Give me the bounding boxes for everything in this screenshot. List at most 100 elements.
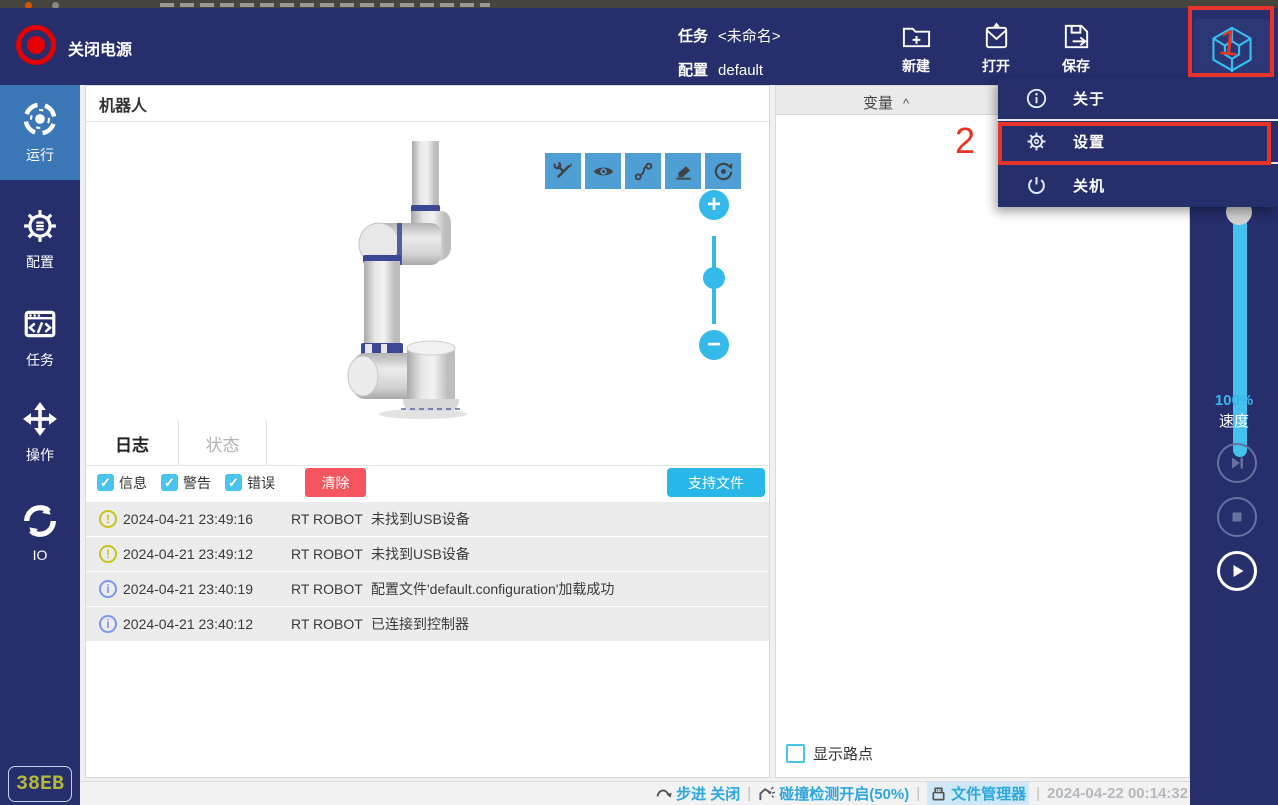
sidebar-item-operate[interactable]: 操作: [0, 385, 80, 480]
robot-3d-view[interactable]: + −: [86, 122, 769, 421]
stop-button[interactable]: [1217, 497, 1257, 537]
step-mode-status[interactable]: 步进 关闭: [655, 783, 740, 804]
skip-icon: [1232, 457, 1243, 469]
menu-item-shutdown[interactable]: 关机: [998, 164, 1278, 207]
file-manager-button[interactable]: 文件管理器: [927, 782, 1030, 805]
separator: |: [1036, 785, 1041, 802]
log-source: RT ROBOT: [291, 616, 363, 632]
left-sidebar: 运行 配置 任务 操作 IO 38EB: [0, 85, 80, 805]
robot-panel: 机器人 + − 日志 状态 ✓ 信息 ✓ 警告 ✓ 错误 清除 支持文件 ! 2…: [85, 85, 770, 778]
menu-item-about[interactable]: 关于: [998, 78, 1278, 121]
save-floppy-icon: [1064, 24, 1088, 49]
config-value: default: [718, 62, 764, 79]
robot-arm-image: [347, 141, 467, 419]
tools-icon: [552, 160, 572, 178]
sidebar-label: 运行: [26, 146, 54, 163]
info-icon: [1026, 88, 1047, 109]
clear-log-button[interactable]: 清除: [305, 468, 366, 497]
speed-value: 100%: [1214, 392, 1254, 409]
play-button[interactable]: [1217, 551, 1257, 591]
warning-icon: !: [99, 510, 117, 528]
zoom-in-button[interactable]: +: [699, 190, 729, 220]
log-source: RT ROBOT: [291, 581, 363, 597]
log-row[interactable]: ! 2024-04-21 23:49:12 RT ROBOT 未找到USB设备: [86, 537, 769, 571]
warning-icon: !: [99, 545, 117, 563]
path-button[interactable]: [625, 153, 661, 189]
task-value: <未命名>: [718, 28, 781, 45]
open-task-button[interactable]: 打开: [965, 21, 1027, 81]
menu-item-settings[interactable]: 设置: [998, 121, 1278, 164]
sidebar-item-run[interactable]: 运行: [0, 85, 80, 180]
show-waypoints-toggle[interactable]: 显示路点: [786, 743, 873, 764]
step-forward-button[interactable]: [1217, 443, 1257, 483]
menu-about-label: 关于: [1073, 91, 1106, 108]
filter-error-label: 错误: [247, 474, 275, 491]
speed-label: 速度: [1218, 413, 1249, 430]
status-bar: 步进 关闭 | 碰撞检测开启(50%) | 文件管理器 | 2024-04-22…: [80, 781, 1190, 805]
show-waypoints-label: 显示路点: [813, 746, 874, 763]
save-task-label: 保存: [1062, 58, 1090, 74]
log-message: 未找到USB设备: [371, 511, 470, 527]
log-message: 配置文件'default.configuration'加载成功: [371, 581, 615, 597]
zoom-out-button[interactable]: −: [699, 330, 729, 360]
sidebar-label: 配置: [26, 253, 54, 270]
play-icon: [1233, 565, 1244, 577]
step-arrow-icon: [656, 789, 672, 798]
new-task-label: 新建: [902, 58, 930, 74]
info-icon: i: [99, 580, 117, 598]
log-row[interactable]: i 2024-04-21 23:40:19 RT ROBOT 配置文件'defa…: [86, 572, 769, 606]
power-icon: [1028, 177, 1045, 195]
eraser-button[interactable]: [665, 153, 701, 189]
eraser-icon: [675, 165, 691, 180]
power-off-label: 关闭电源: [68, 42, 133, 59]
filter-info-checkbox[interactable]: ✓: [97, 474, 114, 491]
tab-log[interactable]: 日志: [86, 421, 179, 465]
io-arrows-icon: [24, 504, 56, 537]
robot-panel-title: 机器人: [99, 97, 148, 115]
log-filter-row: ✓ 信息 ✓ 警告 ✓ 错误 清除 支持文件: [86, 466, 769, 499]
log-time: 2024-04-21 23:49:12: [123, 546, 253, 562]
log-message: 已连接到控制器: [371, 616, 469, 632]
filter-error-checkbox[interactable]: ✓: [225, 474, 242, 491]
filter-warning-checkbox[interactable]: ✓: [161, 474, 178, 491]
sidebar-item-config[interactable]: 配置: [0, 192, 80, 287]
run-icon: [23, 101, 57, 136]
sidebar-item-task[interactable]: 任务: [0, 290, 80, 385]
support-files-button[interactable]: 支持文件: [667, 468, 765, 497]
clock-timestamp: 2024-04-22 00:14:32: [1047, 785, 1188, 802]
zoom-slider-knob[interactable]: [703, 267, 725, 289]
task-row: 任务 <未命名>: [678, 25, 781, 46]
config-row: 配置 default: [678, 59, 763, 80]
variables-title[interactable]: 变量 ^: [863, 92, 909, 113]
tab-status[interactable]: 状态: [179, 421, 267, 465]
task-label: 任务: [678, 28, 709, 45]
log-time: 2024-04-21 23:40:19: [123, 581, 253, 597]
tools-button[interactable]: [545, 153, 581, 189]
step-mode-label: 步进 关闭: [676, 786, 741, 803]
operate-arrows-icon: [23, 401, 57, 436]
save-task-button[interactable]: 保存: [1045, 21, 1107, 81]
robot-panel-header: 机器人: [86, 86, 769, 122]
rotate-view-button[interactable]: [705, 153, 741, 189]
log-time: 2024-04-21 23:49:16: [123, 511, 253, 527]
app-dropdown-menu: 关于 设置 关机: [998, 78, 1278, 207]
sidebar-item-io[interactable]: IO: [0, 485, 80, 580]
power-off-icon: [27, 36, 45, 54]
log-row[interactable]: i 2024-04-21 23:40:12 RT ROBOT 已连接到控制器: [86, 607, 769, 641]
show-waypoints-checkbox[interactable]: [786, 744, 805, 763]
config-gear-icon: [24, 209, 56, 242]
filter-info-label: 信息: [119, 474, 147, 491]
sidebar-label: 操作: [26, 446, 54, 463]
new-task-button[interactable]: 新建: [885, 21, 947, 81]
os-titlebar: [0, 0, 1278, 9]
power-off-button[interactable]: [16, 25, 56, 65]
eye-icon: [593, 167, 613, 175]
app-menu-button[interactable]: [1194, 19, 1270, 81]
menu-shutdown-label: 关机: [1073, 178, 1106, 195]
collapse-chevron-icon[interactable]: ^: [903, 96, 909, 111]
top-header: 关闭电源 任务 <未命名> 配置 default 新建 打开 保存: [0, 8, 1278, 85]
collision-detection-status[interactable]: 碰撞检测开启(50%): [758, 783, 909, 804]
sidebar-label: 任务: [26, 351, 54, 368]
log-row[interactable]: ! 2024-04-21 23:49:16 RT ROBOT 未找到USB设备: [86, 502, 769, 536]
visibility-button[interactable]: [585, 153, 621, 189]
